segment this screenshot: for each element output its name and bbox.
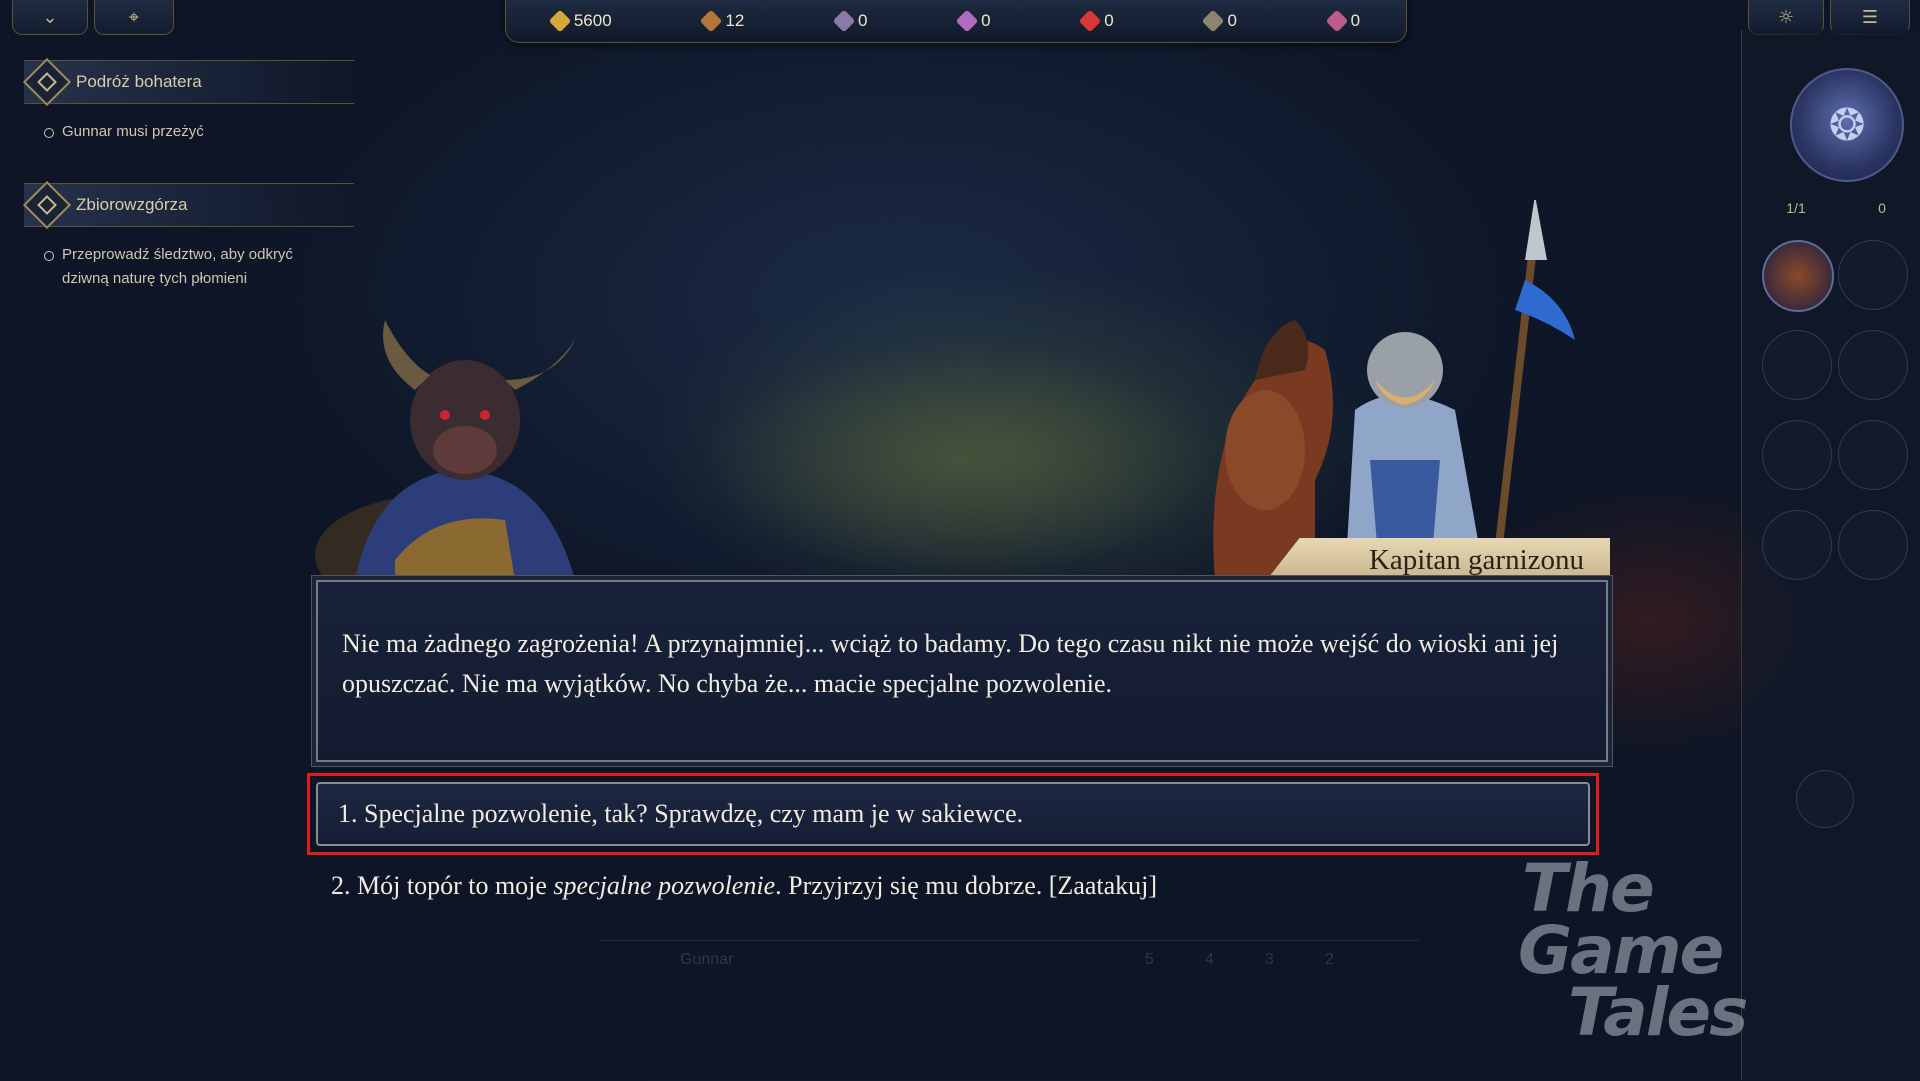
dust-icon: [1202, 9, 1225, 33]
choice-2-italic: specjalne pozwolenie: [553, 871, 776, 900]
knowledge-stat: 2: [1325, 951, 1334, 968]
chevron-down-icon: ⌄: [42, 6, 58, 28]
resource-wood: 12: [700, 9, 745, 33]
resource-crystal: 0: [955, 9, 991, 33]
knight-portrait: [1213, 200, 1575, 580]
town-slot[interactable]: [1838, 510, 1908, 580]
watermark-logo: The Game Tales: [1518, 850, 1848, 1046]
bullet-icon: [44, 251, 54, 261]
choice-1-text: 1. Specjalne pozwolenie, tak? Sprawdzę, …: [338, 799, 1024, 828]
hero-name: Gunnar: [680, 951, 734, 968]
objective-text: Gunnar musi przeżyć: [62, 123, 204, 140]
resource-value: 0: [857, 11, 868, 30]
quest-emblem-icon: [22, 57, 72, 107]
army-counter: 1/1: [1786, 200, 1806, 216]
quest-header-1[interactable]: Podróż bohatera: [22, 57, 354, 107]
map-pin-button[interactable]: ⌖: [94, 0, 174, 35]
town-slot[interactable]: [1838, 240, 1908, 310]
choice-2-suffix: . Przyjrzyj się mu dobrze. [Zaatakuj]: [775, 871, 1158, 900]
attack-stat: 5: [1145, 951, 1154, 968]
resource-gold: 5600: [548, 9, 612, 33]
choice-highlight-frame: 1. Specjalne pozwolenie, tak? Sprawdzę, …: [307, 773, 1599, 855]
objective-text: Przeprowadź śledztwo, aby odkryć dziwną …: [62, 246, 293, 287]
crystal-icon: [955, 9, 979, 33]
wood-icon: [700, 9, 723, 33]
quest-header-2[interactable]: Zbiorowzgórza: [22, 180, 354, 230]
choice-2-prefix: 2. Mój topór to moje: [331, 871, 554, 900]
resource-dust: 0: [1202, 9, 1237, 33]
adventure-map: [700, 340, 1220, 580]
dialog-text: Nie ma żadnego zagrożenia! A przynajmnie…: [342, 629, 1559, 698]
town-slot[interactable]: [1838, 420, 1908, 490]
quest-title: Zbiorowzgórza: [76, 195, 188, 214]
mercury-icon: [1078, 9, 1102, 33]
quest-objective: Przeprowadź śledztwo, aby odkryć dziwną …: [44, 243, 314, 291]
resource-value: 5600: [573, 11, 612, 30]
watermark-line: The: [1522, 850, 1655, 927]
power-stat: 3: [1265, 951, 1274, 968]
bullet-icon: [44, 128, 54, 138]
watermark-line: Tales: [1568, 974, 1748, 1051]
sun-icon: ☼: [1777, 6, 1795, 28]
hero-hud: Gunnar 5 4 3 2: [600, 940, 1420, 1081]
gem-icon: [1325, 9, 1348, 33]
faction-emblem-icon[interactable]: ❂: [1790, 68, 1904, 182]
quest-objective: Gunnar musi przeżyć: [44, 120, 344, 144]
speaker-name-plate: Kapitan garnizonu: [1265, 538, 1610, 582]
resource-ore: 0: [832, 9, 868, 33]
hero-slot[interactable]: [1762, 510, 1832, 580]
gold-icon: [548, 9, 572, 33]
quest-emblem-icon: [22, 180, 72, 230]
hamburger-icon: ☰: [1861, 6, 1879, 28]
resource-value: 0: [1227, 11, 1237, 30]
dialog-choice-1[interactable]: 1. Specjalne pozwolenie, tak? Sprawdzę, …: [316, 782, 1590, 846]
resource-gem: 0: [1325, 9, 1361, 33]
hero-slot[interactable]: [1762, 330, 1832, 400]
resource-value: 0: [1104, 11, 1114, 30]
watermark-line: Game: [1518, 912, 1724, 989]
resource-value: 12: [725, 11, 745, 30]
end-turn-icon[interactable]: [1796, 770, 1854, 828]
hero-slot[interactable]: [1762, 420, 1832, 490]
town-slot[interactable]: [1838, 330, 1908, 400]
dialog-choice-2[interactable]: 2. Mój topór to moje specjalne pozwoleni…: [331, 871, 1157, 901]
resource-bar: 5600 12 0 0 0 0 0: [505, 0, 1407, 43]
ore-icon: [832, 9, 856, 33]
hero-portrait[interactable]: [1762, 240, 1834, 312]
dialog-text-box: Nie ma żadnego zagrożenia! A przynajmnie…: [316, 580, 1608, 762]
quest-title: Podróż bohatera: [76, 72, 202, 91]
minotaur-portrait: [315, 320, 575, 580]
defense-stat: 4: [1205, 951, 1214, 968]
map-pin-icon: ⌖: [128, 6, 140, 28]
resource-value: 0: [981, 11, 991, 30]
resource-value: 0: [1350, 11, 1361, 30]
collapse-quests-button[interactable]: ⌄: [12, 0, 88, 35]
resource-mercury: 0: [1078, 9, 1114, 33]
town-counter: 0: [1878, 200, 1886, 216]
